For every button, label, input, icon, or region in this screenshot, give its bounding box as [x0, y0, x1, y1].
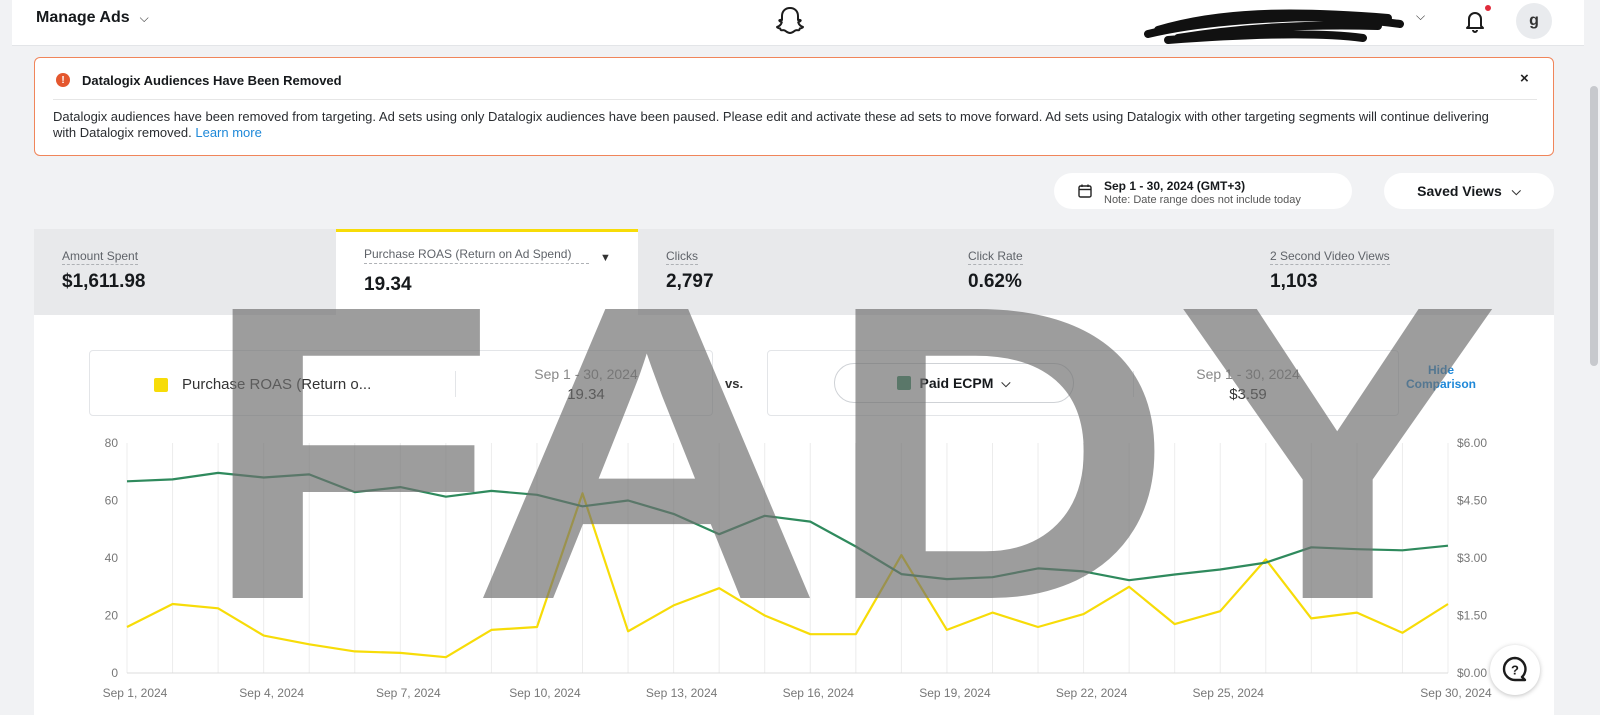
x-tick-label: Sep 25, 2024 [1193, 686, 1265, 700]
x-tick-label: Sep 19, 2024 [919, 686, 991, 700]
roas-vs-ecpm-line-chart: 0 20 40 60 80 $0.00 $1.50 $3.00 $4.50 $6.00 Sep 1,… [103, 436, 1492, 700]
x-tick-label: Sep 10, 2024 [509, 686, 581, 700]
x-tick-label: Sep 1, 2024 [103, 686, 168, 700]
help-button[interactable]: ? [1490, 645, 1540, 695]
y-right-tick-label: $3.00 [1457, 551, 1487, 565]
x-tick-label: Sep 16, 2024 [783, 686, 855, 700]
y-right-tick-label: $6.00 [1457, 436, 1487, 450]
series-line-paid-ecpm [126, 471, 1449, 582]
y-left-tick-label: 20 [105, 609, 119, 623]
x-tick-label: Sep 7, 2024 [376, 686, 441, 700]
x-tick-label: Sep 13, 2024 [646, 686, 718, 700]
y-right-tick-label: $0.00 [1457, 666, 1487, 680]
scrollbar-thumb[interactable] [1590, 86, 1598, 366]
x-tick-label: Sep 30, 2024 [1420, 686, 1492, 700]
y-right-tick-label: $1.50 [1457, 609, 1487, 623]
x-tick-label: Sep 22, 2024 [1056, 686, 1128, 700]
y-left-tick-label: 60 [105, 494, 119, 508]
y-left-tick-label: 80 [105, 436, 119, 450]
y-left-tick-label: 0 [111, 666, 118, 680]
y-left-tick-label: 40 [105, 551, 119, 565]
x-tick-label: Sep 4, 2024 [239, 686, 304, 700]
y-right-tick-label: $4.50 [1457, 494, 1487, 508]
svg-text:?: ? [1511, 663, 1519, 678]
help-question-icon: ? [1502, 656, 1527, 682]
